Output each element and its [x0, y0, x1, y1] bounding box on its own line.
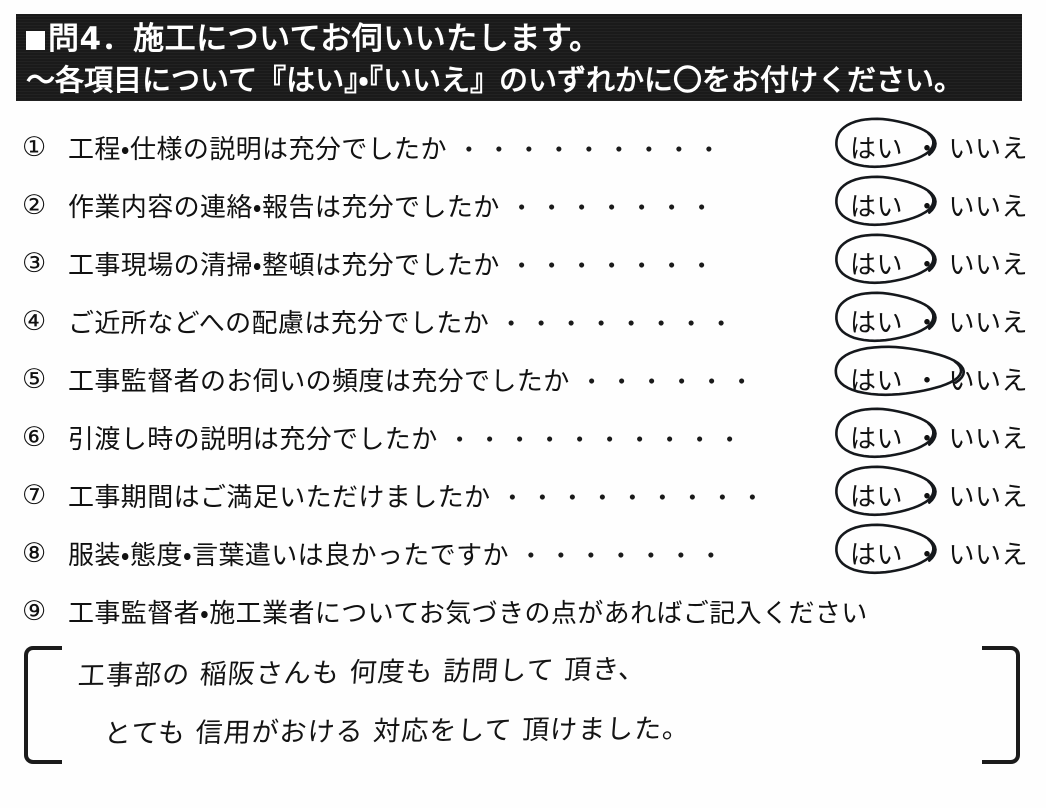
question-number: ⑨ [22, 595, 47, 627]
free-comment-prompt-row: ⑨ 工事監督者・施工業者についてお気づきの点があればご記入ください [0, 582, 1046, 640]
answer-option-no[interactable]: いいえ [948, 361, 1028, 398]
answer-option-yes[interactable]: はい [835, 233, 937, 285]
answer-separator: ・ [913, 424, 941, 455]
question-text: 工事期間はご満足いただけましたか [68, 482, 491, 513]
question-text: 服装・態度・言葉遣いは良かったですか [68, 540, 509, 571]
question-text: 工事監督者のお伺いの頻度は充分でしたか [68, 366, 570, 397]
answer-option-yes[interactable]: はい [835, 523, 937, 575]
answer-options: はい・いいえ [834, 345, 1028, 398]
answer-option-yes[interactable]: はい [835, 117, 937, 169]
answer-separator: ・ [913, 308, 941, 339]
question-number: ① [22, 131, 47, 163]
answer-separator: ・ [913, 482, 941, 513]
question-number: ⑦ [22, 479, 47, 511]
answer-option-no[interactable]: いいえ [948, 419, 1028, 456]
answer-separator: ・ [913, 192, 941, 223]
dot-leader: ・・・・・・・ [509, 251, 720, 280]
dot-leader: ・・・・・・・ [509, 193, 720, 222]
answer-option-no[interactable]: いいえ [948, 535, 1028, 572]
answer-option-no[interactable]: いいえ [948, 129, 1028, 166]
answer-option-no[interactable]: いいえ [948, 303, 1028, 340]
answer-options: はい・いいえ [835, 175, 1028, 227]
answer-option-yes-label: はい [849, 308, 903, 339]
question-text: 工事現場の清掃・整頓は充分でしたか [68, 250, 500, 281]
filled-square-bullet-icon [26, 31, 45, 50]
question-number: ⑥ [22, 421, 47, 453]
dot-leader: ・・・・・・・・・ [456, 135, 727, 164]
answer-option-yes[interactable]: はい [835, 291, 937, 343]
dot-leader: ・・・・・・ [579, 367, 760, 396]
answer-option-yes-label: はい [849, 540, 903, 571]
answer-option-yes-label: はい [849, 192, 903, 223]
answer-separator: ・ [913, 366, 941, 397]
answer-option-no[interactable]: いいえ [948, 245, 1028, 282]
answer-option-yes-label: はい [849, 250, 903, 281]
question-row: ① 工程・仕様の説明は充分でしたか ・・・・・・・・・ はい・いいえ [0, 117, 1046, 176]
answer-separator: ・ [913, 250, 941, 281]
comment-bracket-right-icon [982, 646, 1020, 764]
dot-leader: ・・・・・・・ [518, 541, 729, 570]
handwritten-answer: 工事部の 稲阪さんも 何度も 訪問して 頂き、 とても 信用がおける 対応をして… [77, 648, 958, 764]
answer-options: はい・いいえ [835, 407, 1028, 459]
question-row: ④ ご近所などへの配慮は充分でしたか ・・・・・・・・ はい・いいえ [0, 291, 1046, 350]
question-row: ⑧ 服装・態度・言葉遣いは良かったですか ・・・・・・・ はい・いいえ [0, 523, 1046, 582]
answer-option-yes[interactable]: はい [835, 465, 937, 517]
question-row: ⑤ 工事監督者のお伺いの頻度は充分でしたか ・・・・・・ はい・いいえ [0, 345, 1046, 408]
question-row: ⑥ 引渡し時の説明は充分でしたか ・・・・・・・・・・ はい・いいえ [0, 407, 1046, 466]
free-comment-prompt-text: 工事監督者・施工業者についてお気づきの点があればご記入ください [68, 598, 868, 629]
question-row: ⑦ 工事期間はご満足いただけましたか ・・・・・・・・・ はい・いいえ [0, 465, 1046, 524]
answer-options: はい・いいえ [835, 233, 1028, 285]
handwritten-line-2: とても 信用がおける 対応をして 頂けました。 [103, 713, 692, 750]
header-title-line: 問4．施工についてお伺いいたします。 [26, 19, 1012, 60]
question-number: ④ [22, 305, 47, 337]
question-number: ③ [22, 247, 47, 279]
question-text: 引渡し時の説明は充分でしたか [68, 424, 438, 455]
question-row: ③ 工事現場の清掃・整頓は充分でしたか ・・・・・・・ はい・いいえ [0, 233, 1046, 292]
answer-option-yes[interactable]: はい [834, 345, 966, 398]
question-number: ② [22, 189, 47, 221]
question-list: ① 工程・仕様の説明は充分でしたか ・・・・・・・・・ はい・いいえ ② 作業内容の連絡・… [0, 117, 1046, 640]
answer-option-yes-label: はい [849, 482, 903, 513]
answer-options: はい・いいえ [835, 523, 1028, 575]
dot-leader: ・・・・・・・・ [499, 309, 740, 338]
section-header-band: 問4．施工についてお伺いいたします。 ～各項目について『はい』・『いいえ』のいず… [16, 14, 1022, 101]
answer-options: はい・いいえ [835, 291, 1028, 343]
scanned-page: 問4．施工についてお伺いいたします。 ～各項目について『はい』・『いいえ』のいず… [0, 0, 1046, 808]
handwritten-line-1: 工事部の 稲阪さんも 何度も 訪問して 頂き、 [76, 654, 648, 692]
question-text: 工程・仕様の説明は充分でしたか [68, 134, 447, 165]
question-number: ⑤ [22, 363, 47, 395]
answer-options: はい・いいえ [835, 117, 1028, 169]
answer-option-yes-label: はい [849, 134, 903, 165]
answer-options: はい・いいえ [835, 465, 1028, 517]
dot-leader: ・・・・・・・・・ [500, 483, 771, 512]
question-text: 作業内容の連絡・報告は充分でしたか [68, 192, 500, 223]
answer-option-yes[interactable]: はい [835, 407, 937, 459]
answer-option-yes-label: はい [849, 424, 903, 455]
comment-bracket-left-icon [24, 646, 62, 764]
question-text: ご近所などへの配慮は充分でしたか [68, 308, 490, 339]
free-comment-area: 工事部の 稲阪さんも 何度も 訪問して 頂き、 とても 信用がおける 対応をして… [0, 640, 1046, 780]
answer-separator: ・ [913, 540, 941, 571]
answer-option-yes-label: はい [849, 366, 903, 397]
answer-option-no[interactable]: いいえ [948, 187, 1028, 224]
question-number: ⑧ [22, 537, 47, 569]
header-instruction-line: ～各項目について『はい』・『いいえ』のいずれかに〇をお付けください。 [26, 63, 963, 97]
answer-option-no[interactable]: いいえ [948, 477, 1028, 514]
question-row: ② 作業内容の連絡・報告は充分でしたか ・・・・・・・ はい・いいえ [0, 175, 1046, 234]
dot-leader: ・・・・・・・・・・ [447, 425, 748, 454]
answer-option-yes[interactable]: はい [835, 175, 937, 227]
answer-separator: ・ [913, 134, 941, 165]
header-title-text: 問4．施工についてお伺いいたします。 [48, 21, 601, 57]
